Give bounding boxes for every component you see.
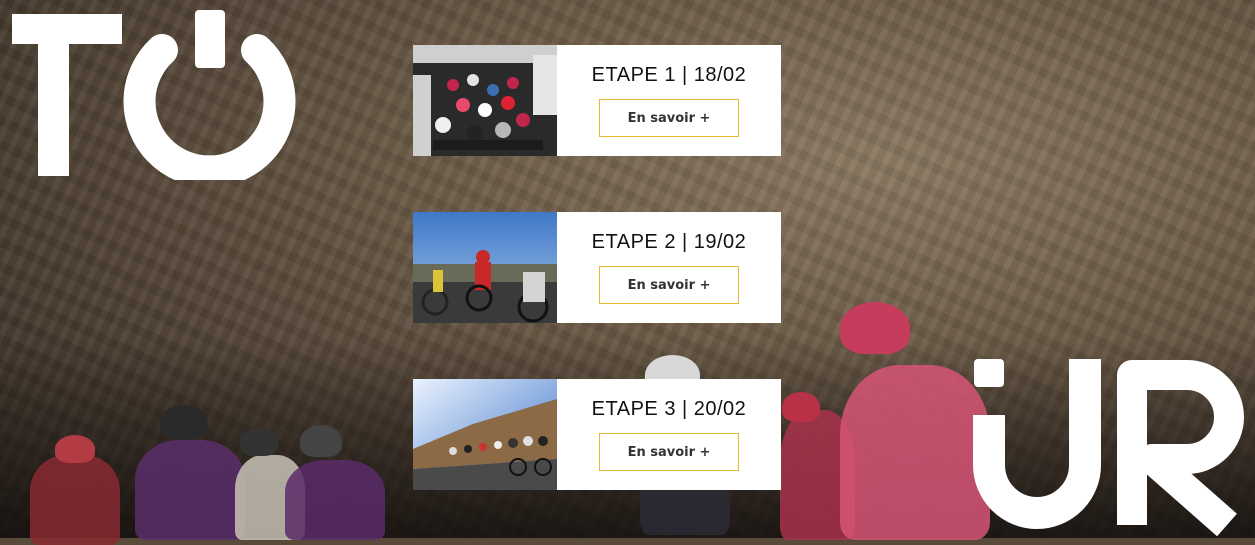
stage-card-2: ETAPE 2 | 19/02 En savoir + [413,212,781,323]
stage-card-1: ETAPE 1 | 18/02 En savoir + [413,45,781,156]
stage-1-more-button[interactable]: En savoir + [599,99,739,137]
stage-2-more-button[interactable]: En savoir + [599,266,739,304]
stage-card-3: ETAPE 3 | 20/02 En savoir + [413,379,781,490]
stage-1-thumbnail[interactable] [413,45,557,156]
stage-3-title: ETAPE 3 | 20/02 [591,398,747,420]
stage-3-more-button[interactable]: En savoir + [599,433,739,471]
stage-2-thumbnail[interactable] [413,212,557,323]
stage-2-title: ETAPE 2 | 19/02 [591,231,747,253]
stage-3-thumbnail[interactable] [413,379,557,490]
stage-1-title: ETAPE 1 | 18/02 [591,64,747,86]
